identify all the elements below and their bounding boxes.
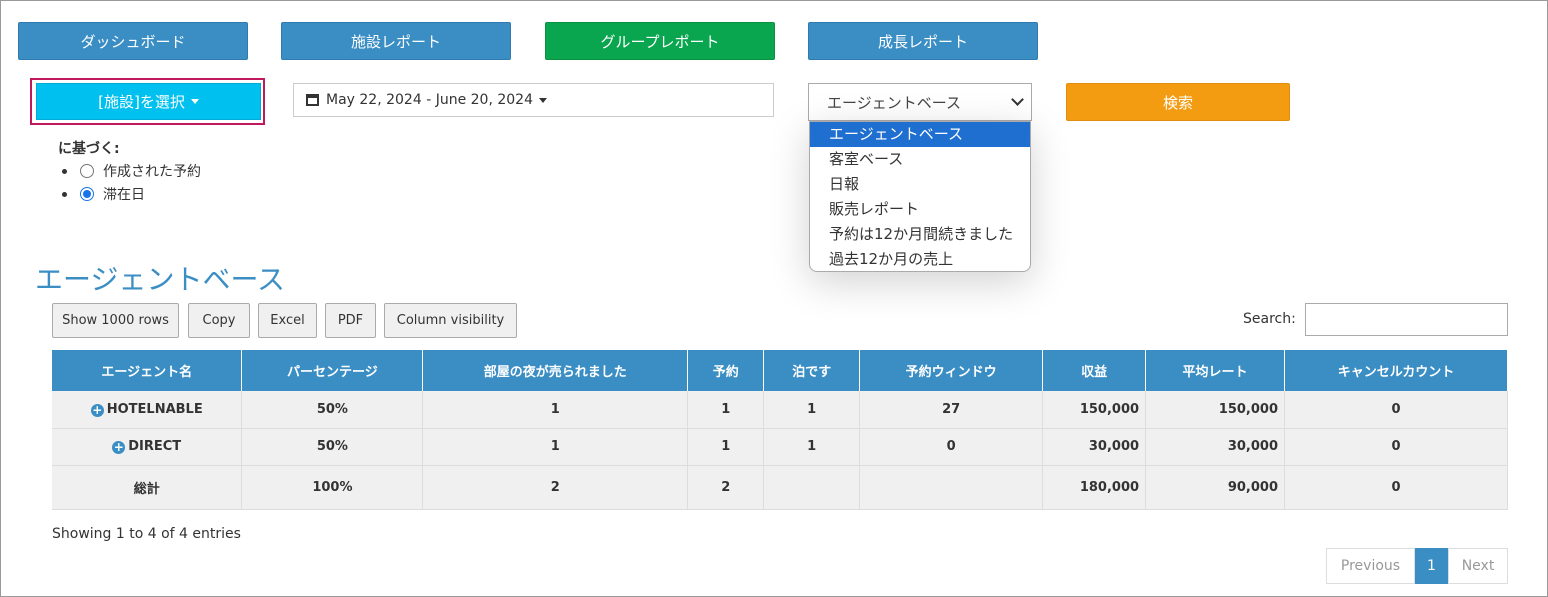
- dropdown-option[interactable]: 日報: [810, 172, 1030, 197]
- table-cell: 1: [687, 428, 765, 466]
- section-title: エージェントベース: [35, 263, 286, 296]
- growth-report-button[interactable]: 成長レポート: [808, 22, 1038, 60]
- radio-created[interactable]: [80, 164, 94, 178]
- table-cell: 1: [422, 428, 689, 466]
- dropdown-option[interactable]: 客室ベース: [810, 147, 1030, 172]
- radio-stay-label: 滞在日: [103, 187, 145, 203]
- table-cell: 2: [687, 465, 765, 510]
- table-cell: 0: [1284, 465, 1508, 510]
- table-cell: 30,000: [1145, 428, 1286, 466]
- table-cell: 27: [859, 391, 1044, 429]
- table-cell: 90,000: [1145, 465, 1286, 510]
- table-row: + DIRECT 50% 1 1 1 0 30,000 30,000 0: [52, 428, 1508, 466]
- bullet: [62, 168, 67, 174]
- caret-down-icon: [538, 97, 547, 103]
- table-cell: 50%: [241, 391, 424, 429]
- pagination-page-1[interactable]: 1: [1415, 548, 1448, 584]
- column-header[interactable]: 収益: [1042, 350, 1147, 391]
- column-visibility-button[interactable]: Column visibility: [384, 303, 517, 338]
- table-cell: 150,000: [1145, 391, 1286, 429]
- bullet: [62, 191, 67, 197]
- column-header[interactable]: 予約ウィンドウ: [859, 350, 1044, 391]
- report-type-selected: エージェントベース: [827, 93, 961, 112]
- dropdown-option[interactable]: 予約は12か月間続きました: [810, 222, 1030, 247]
- report-type-select[interactable]: エージェントベース: [808, 83, 1032, 121]
- table-row: + HOTELNABLE 50% 1 1 1 27 150,000 150,000…: [52, 391, 1508, 429]
- search-label: Search:: [1243, 311, 1296, 327]
- show-rows-button[interactable]: Show 1000 rows: [52, 303, 179, 338]
- table-cell: 1: [763, 391, 861, 429]
- column-header[interactable]: 平均レート: [1145, 350, 1286, 391]
- total-label-cell: 総計: [52, 465, 243, 510]
- column-header[interactable]: 予約: [687, 350, 765, 391]
- caret-down-icon: [190, 99, 199, 104]
- column-header[interactable]: 泊です: [763, 350, 861, 391]
- table-cell: 100%: [241, 465, 424, 510]
- table-cell: 50%: [241, 428, 424, 466]
- table-cell: [859, 465, 1044, 510]
- facility-select-highlight: [施設]を選択: [30, 78, 265, 125]
- copy-button[interactable]: Copy: [188, 303, 250, 338]
- group-report-button[interactable]: グループレポート: [545, 22, 775, 60]
- facility-select-label: [施設]を選択: [98, 93, 185, 111]
- calendar-icon: [306, 94, 319, 106]
- table-cell: 1: [422, 391, 689, 429]
- pagination-next[interactable]: Next: [1448, 548, 1508, 584]
- table-info: Showing 1 to 4 of 4 entries: [52, 526, 241, 542]
- agent-name: HOTELNABLE: [106, 401, 203, 417]
- column-header[interactable]: エージェント名: [52, 350, 243, 391]
- table-cell: 0: [1284, 391, 1508, 429]
- agent-name-cell[interactable]: + HOTELNABLE: [52, 391, 243, 429]
- column-header[interactable]: キャンセルカウント: [1284, 350, 1508, 391]
- table-header-row: エージェント名 パーセンテージ 部屋の夜が売られました 予約 泊です 予約ウィン…: [52, 350, 1508, 391]
- expand-plus-icon[interactable]: +: [90, 403, 104, 417]
- excel-button[interactable]: Excel: [258, 303, 317, 338]
- table-cell: 30,000: [1042, 428, 1147, 466]
- dropdown-option[interactable]: 過去12か月の売上: [810, 247, 1030, 271]
- table-cell: 1: [687, 391, 765, 429]
- agent-name-cell[interactable]: + DIRECT: [52, 428, 243, 466]
- dropdown-option[interactable]: エージェントベース: [810, 122, 1030, 147]
- table-cell: 1: [763, 428, 861, 466]
- table-cell: 150,000: [1042, 391, 1147, 429]
- pdf-button[interactable]: PDF: [325, 303, 376, 338]
- radio-stay-date[interactable]: [80, 187, 94, 201]
- radio-created-label: 作成された予約: [103, 164, 201, 180]
- agent-name: DIRECT: [128, 439, 182, 454]
- dashboard-button[interactable]: ダッシュボード: [18, 22, 248, 60]
- based-on-option-created[interactable]: 作成された予約: [62, 161, 201, 181]
- column-header[interactable]: 部屋の夜が売られました: [422, 350, 689, 391]
- search-button[interactable]: 検索: [1066, 83, 1290, 121]
- chevron-down-icon: [1011, 93, 1024, 106]
- agent-report-table: エージェント名 パーセンテージ 部屋の夜が売られました 予約 泊です 予約ウィン…: [52, 350, 1508, 510]
- table-cell: 0: [1284, 428, 1508, 466]
- table-cell: 2: [422, 465, 689, 510]
- pagination-previous[interactable]: Previous: [1326, 548, 1415, 584]
- column-header[interactable]: パーセンテージ: [241, 350, 424, 391]
- dropdown-option[interactable]: 販売レポート: [810, 197, 1030, 222]
- table-total-row: 総計 100% 2 2 180,000 90,000 0: [52, 465, 1508, 510]
- based-on-label: に基づく:: [58, 141, 120, 157]
- table-cell: 180,000: [1042, 465, 1147, 510]
- date-range-value: May 22, 2024 - June 20, 2024: [326, 92, 533, 108]
- date-range-picker[interactable]: May 22, 2024 - June 20, 2024: [293, 83, 774, 117]
- facility-select-button[interactable]: [施設]を選択: [36, 83, 261, 120]
- table-cell: 0: [859, 428, 1044, 466]
- search-input[interactable]: [1305, 303, 1508, 336]
- based-on-option-stay[interactable]: 滞在日: [62, 184, 145, 204]
- facility-report-button[interactable]: 施設レポート: [281, 22, 511, 60]
- report-type-dropdown: エージェントベース 客室ベース 日報 販売レポート 予約は12か月間続きました …: [809, 121, 1031, 272]
- expand-plus-icon[interactable]: +: [112, 441, 126, 454]
- table-cell: [763, 465, 861, 510]
